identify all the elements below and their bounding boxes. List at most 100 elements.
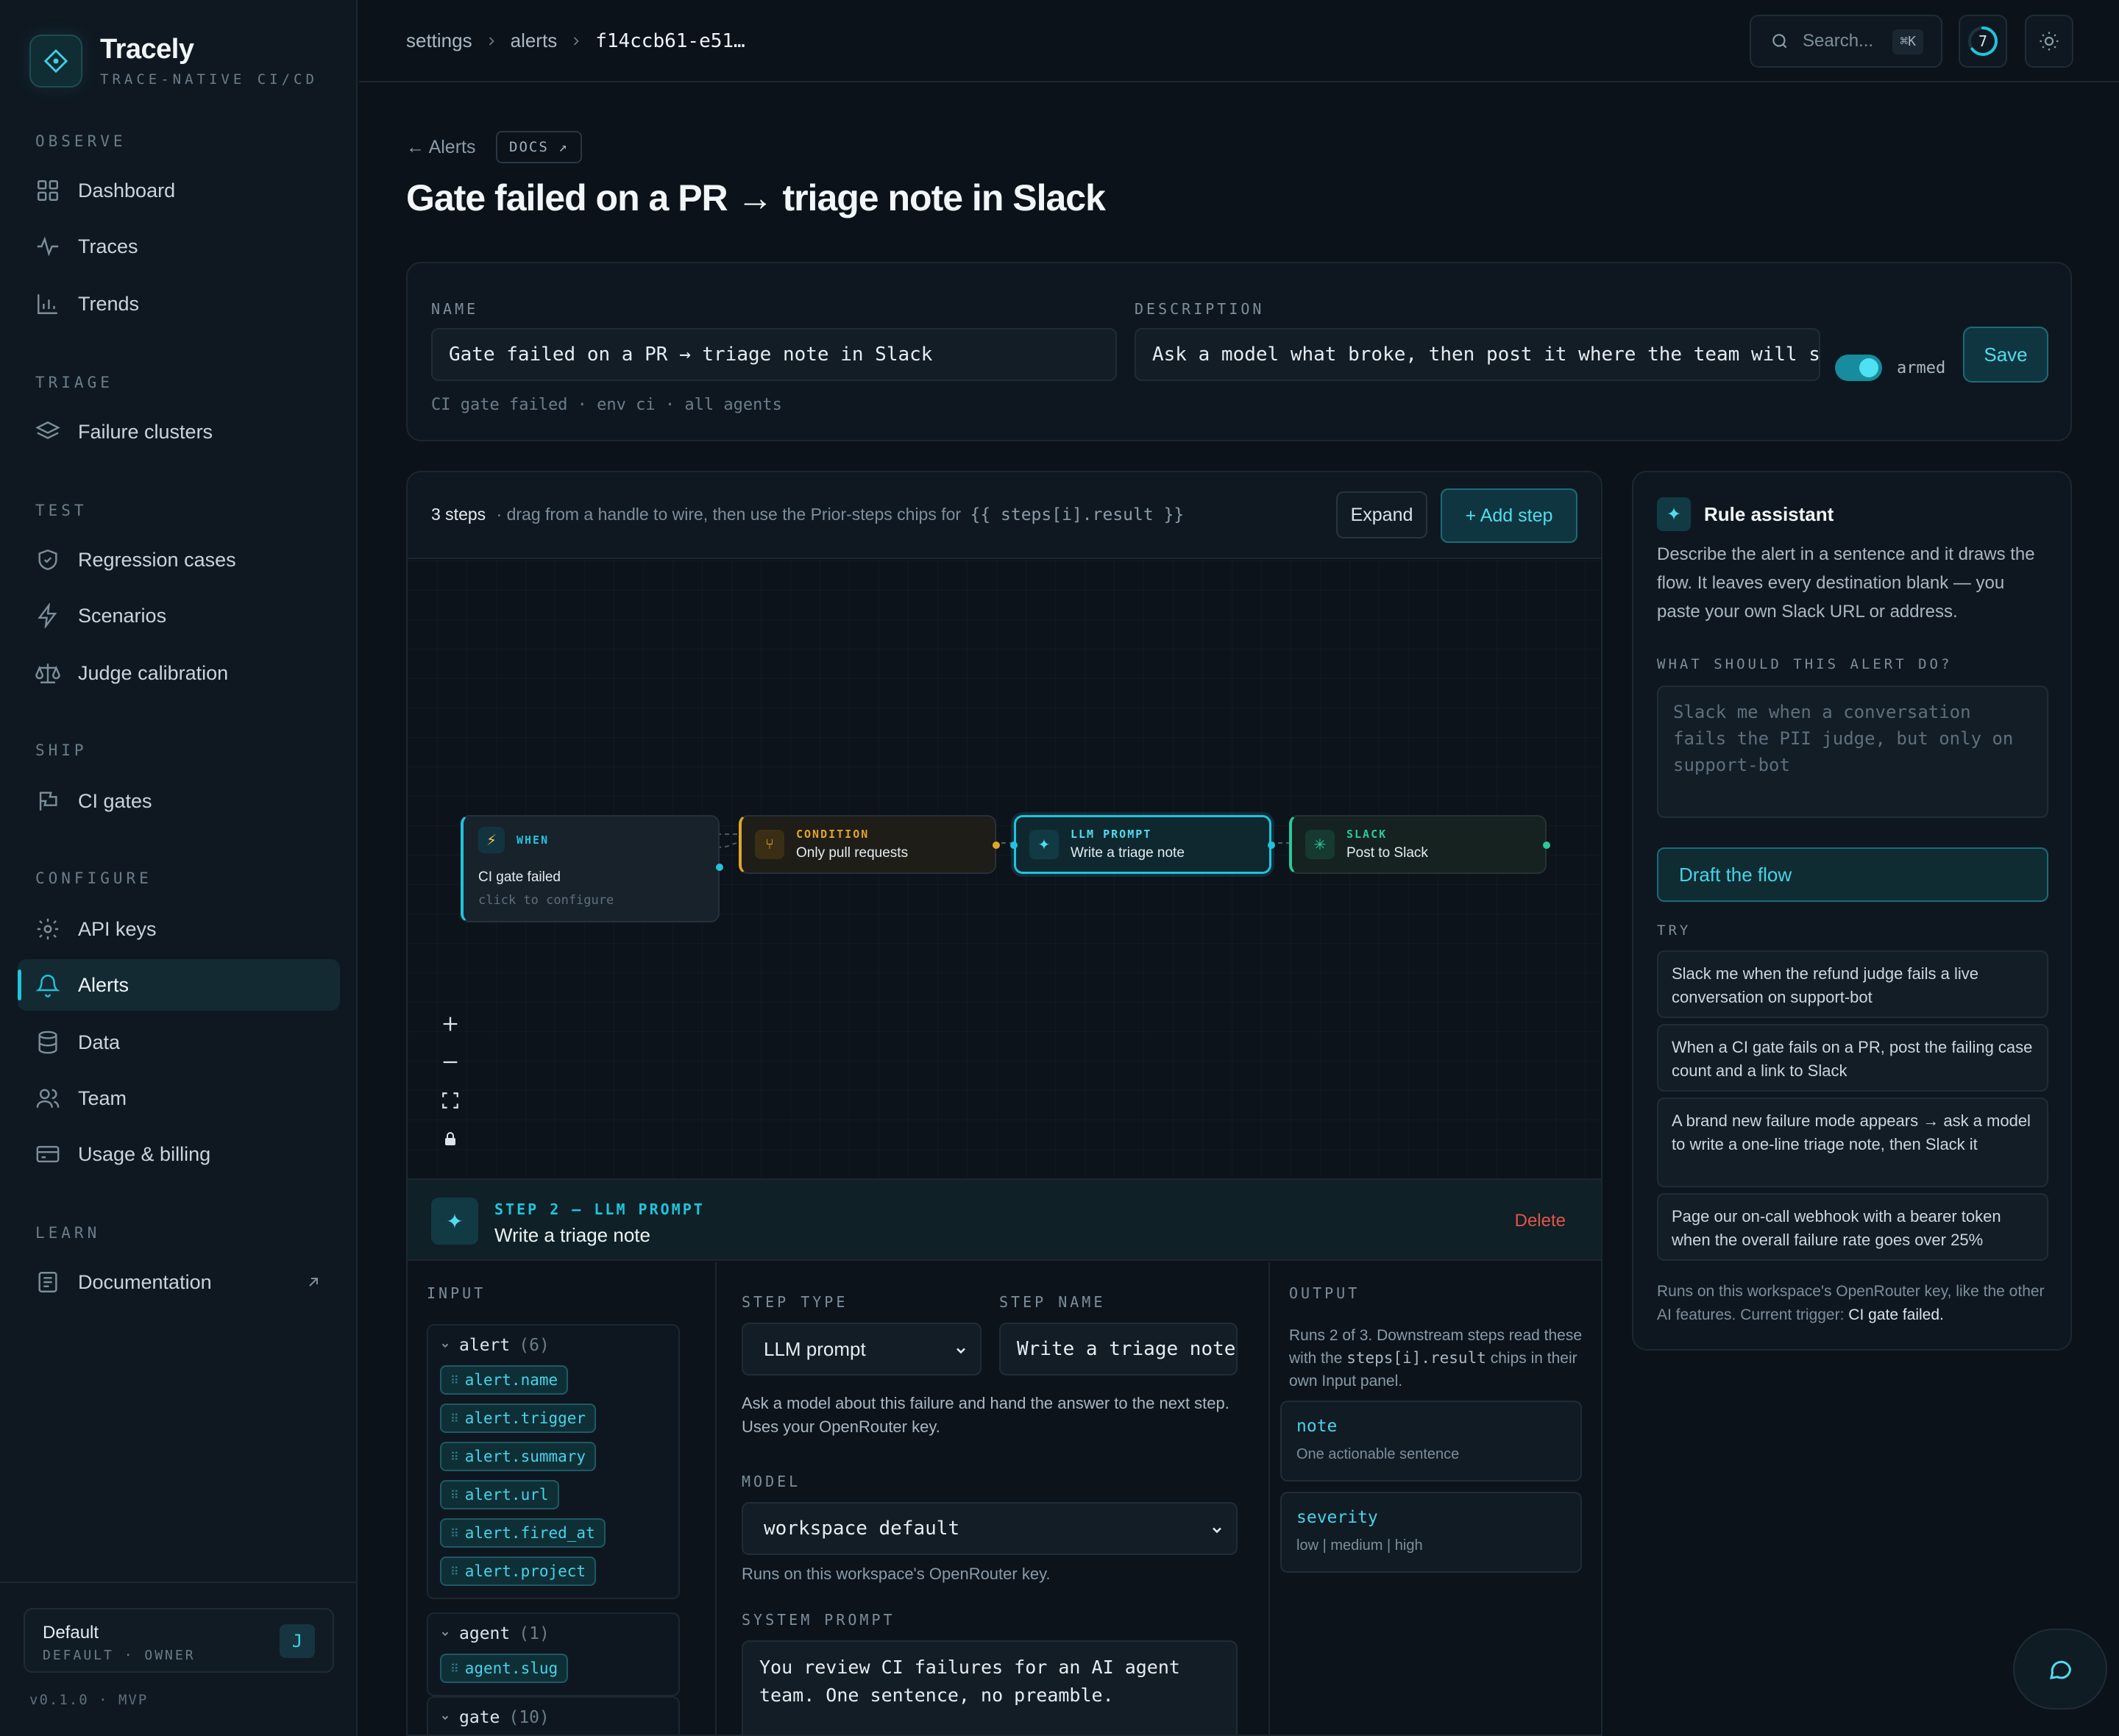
nav-section-observe: OBSERVE xyxy=(35,132,127,150)
suggestion-item[interactable]: A brand new failure mode appears → ask a… xyxy=(1657,1098,2048,1187)
flow-node-condition[interactable]: ⑂ CONDITION Only pull requests xyxy=(739,815,1000,874)
sidebar-item-trends[interactable]: Trends xyxy=(18,278,340,330)
node-handle[interactable] xyxy=(993,842,1000,849)
workspace-switcher[interactable]: Default DEFAULT · OWNER J xyxy=(24,1608,334,1673)
step-name-field[interactable]: Write a triage note xyxy=(999,1323,1238,1376)
docs-link[interactable]: DOCS ↗ xyxy=(496,131,582,163)
variable-chip[interactable]: ⠿ alert.url xyxy=(440,1480,559,1509)
flow-node-llm-prompt[interactable]: ✦ LLM PROMPT Write a triage note xyxy=(1010,815,1275,874)
sidebar-item-data[interactable]: Data xyxy=(18,1017,340,1068)
node-handle[interactable] xyxy=(716,864,723,871)
armed-toggle[interactable] xyxy=(1835,355,1882,381)
sidebar-item-team[interactable]: Team xyxy=(18,1072,340,1124)
minus-icon xyxy=(443,1061,458,1064)
sidebar-item-traces[interactable]: Traces xyxy=(18,221,340,272)
model-select[interactable]: workspace default xyxy=(742,1502,1238,1555)
node-handle[interactable] xyxy=(1010,842,1018,849)
gear-icon xyxy=(37,918,59,940)
chevron-down-icon xyxy=(1213,1527,1221,1534)
breadcrumb-alerts[interactable]: alerts xyxy=(511,29,558,52)
sidebar-item-judge-calibration[interactable]: Judge calibration xyxy=(18,647,340,699)
breadcrumb: settings alerts f14ccb61-e51… xyxy=(406,29,745,52)
variable-chip[interactable]: ⠿ alert.project xyxy=(440,1557,597,1586)
sidebar-item-alerts[interactable]: Alerts xyxy=(18,959,340,1011)
node-name: Write a triage note xyxy=(1071,845,1185,861)
group-count: (10) xyxy=(508,1708,550,1727)
sidebar-item-regression-cases[interactable]: Regression cases xyxy=(18,534,340,586)
group-header[interactable]: alert (6) xyxy=(440,1336,667,1355)
theme-toggle-button[interactable] xyxy=(2025,15,2073,68)
output-field-note: note One actionable sentence xyxy=(1280,1401,1582,1481)
plus-icon xyxy=(443,1017,458,1031)
sidebar-item-failure-clusters[interactable]: Failure clusters xyxy=(18,406,340,458)
bolt-icon xyxy=(38,603,57,628)
save-button[interactable]: Save xyxy=(1963,327,2048,383)
sidebar-item-documentation[interactable]: Documentation xyxy=(18,1256,340,1308)
variable-chip[interactable]: ⠿ alert.trigger xyxy=(440,1404,597,1433)
notification-count: 7 xyxy=(1978,32,1988,50)
breadcrumb-settings[interactable]: settings xyxy=(406,29,472,52)
variable-chip[interactable]: ⠿ alert.summary xyxy=(440,1442,597,1471)
assistant-prompt-textarea[interactable]: Slack me when a conversation fails the P… xyxy=(1657,686,2048,818)
draft-flow-button[interactable]: Draft the flow xyxy=(1657,847,2048,902)
prompt-label: WHAT SHOULD THIS ALERT DO? xyxy=(1657,656,1953,672)
sidebar-item-dashboard[interactable]: Dashboard xyxy=(18,165,340,216)
chevron-down-icon xyxy=(441,1343,449,1348)
lock-button[interactable] xyxy=(430,1120,471,1158)
sidebar-item-api-keys[interactable]: API keys xyxy=(18,903,340,955)
output-desc: One actionable sentence xyxy=(1296,1446,1460,1462)
sidebar-item-label: CI gates xyxy=(78,789,152,812)
variable-chip[interactable]: ⠿ alert.fired_at xyxy=(440,1518,606,1548)
sparkle-icon: ✦ xyxy=(1657,497,1691,531)
sidebar-item-usage-billing[interactable]: Usage & billing xyxy=(18,1128,340,1180)
add-step-button[interactable]: + Add step xyxy=(1441,488,1577,543)
sidebar: Tracely TRACE-NATIVE CI/CD OBSERVE Dashb… xyxy=(0,0,358,1736)
flow-node-slack[interactable]: ✳ SLACK Post to Slack xyxy=(1289,815,1550,874)
suggestion-item[interactable]: Slack me when the refund judge fails a l… xyxy=(1657,950,2048,1018)
sidebar-item-ci-gates[interactable]: CI gates xyxy=(18,775,340,827)
flow-canvas[interactable]: ⚡ WHEN CI gate failed click to configure… xyxy=(408,561,1601,1178)
node-handle[interactable] xyxy=(1268,842,1275,849)
shield-check-icon xyxy=(38,549,57,570)
page-title: Gate failed on a PR → triage note in Sla… xyxy=(406,177,1106,218)
flow-node-when[interactable]: ⚡ WHEN CI gate failed click to configure xyxy=(461,815,723,922)
step-type-select[interactable]: LLM prompt xyxy=(742,1323,982,1376)
delete-step-button[interactable]: Delete xyxy=(1515,1211,1566,1231)
search-input[interactable]: Search... ⌘K xyxy=(1750,15,1942,68)
sidebar-item-label: Usage & billing xyxy=(78,1142,211,1165)
node-name: Only pull requests xyxy=(796,845,909,861)
back-link[interactable]: ← Alerts xyxy=(406,137,475,158)
fit-view-button[interactable] xyxy=(430,1081,471,1120)
variable-chip[interactable]: ⠿ alert.name xyxy=(440,1365,569,1395)
node-name: CI gate failed xyxy=(478,869,561,885)
node-handle[interactable] xyxy=(1543,842,1550,849)
chevron-right-icon xyxy=(489,36,494,46)
sidebar-item-scenarios[interactable]: Scenarios xyxy=(18,590,340,641)
suggestion-item[interactable]: Page our on-call webhook with a bearer t… xyxy=(1657,1193,2048,1261)
sparkle-icon: ✦ xyxy=(1029,830,1059,859)
topbar: settings alerts f14ccb61-e51… Search... … xyxy=(359,0,2119,82)
system-prompt-textarea[interactable]: You review CI failures for an AI agent t… xyxy=(742,1640,1238,1735)
expand-button[interactable]: Expand xyxy=(1336,491,1427,538)
rule-name-field[interactable]: Gate failed on a PR → triage note in Sla… xyxy=(431,328,1117,381)
input-group-alert: alert (6) ⠿ alert.name ⠿ alert.trigger ⠿ al… xyxy=(427,1324,680,1599)
sidebar-item-label: API keys xyxy=(78,917,157,940)
assistant-description: Describe the alert in a sentence and it … xyxy=(1657,544,2035,622)
brand[interactable]: Tracely TRACE-NATIVE CI/CD xyxy=(29,34,318,88)
suggestion-item[interactable]: When a CI gate fails on a PR, post the f… xyxy=(1657,1024,2048,1092)
zoom-in-button[interactable] xyxy=(430,1005,471,1043)
lock-icon xyxy=(445,1132,455,1145)
zoom-out-button[interactable] xyxy=(430,1043,471,1081)
variable-chip[interactable]: ⠿ agent.slug xyxy=(440,1654,569,1683)
rule-description-field[interactable]: Ask a model what broke, then post it whe… xyxy=(1135,328,1820,381)
input-group-gate: gate (10) xyxy=(427,1696,680,1735)
sidebar-item-label: Data xyxy=(78,1031,121,1053)
group-header[interactable]: agent (1) xyxy=(440,1624,667,1643)
chat-button[interactable] xyxy=(2013,1629,2107,1710)
description-label: DESCRIPTION xyxy=(1135,300,1265,318)
group-count: (6) xyxy=(519,1336,550,1355)
model-note: Runs on this workspace's OpenRouter key. xyxy=(742,1565,1051,1583)
progress-ring-button[interactable]: 7 xyxy=(1959,15,2007,68)
system-prompt-label: SYSTEM PROMPT xyxy=(742,1611,895,1629)
group-header[interactable]: gate (10) xyxy=(440,1708,667,1727)
